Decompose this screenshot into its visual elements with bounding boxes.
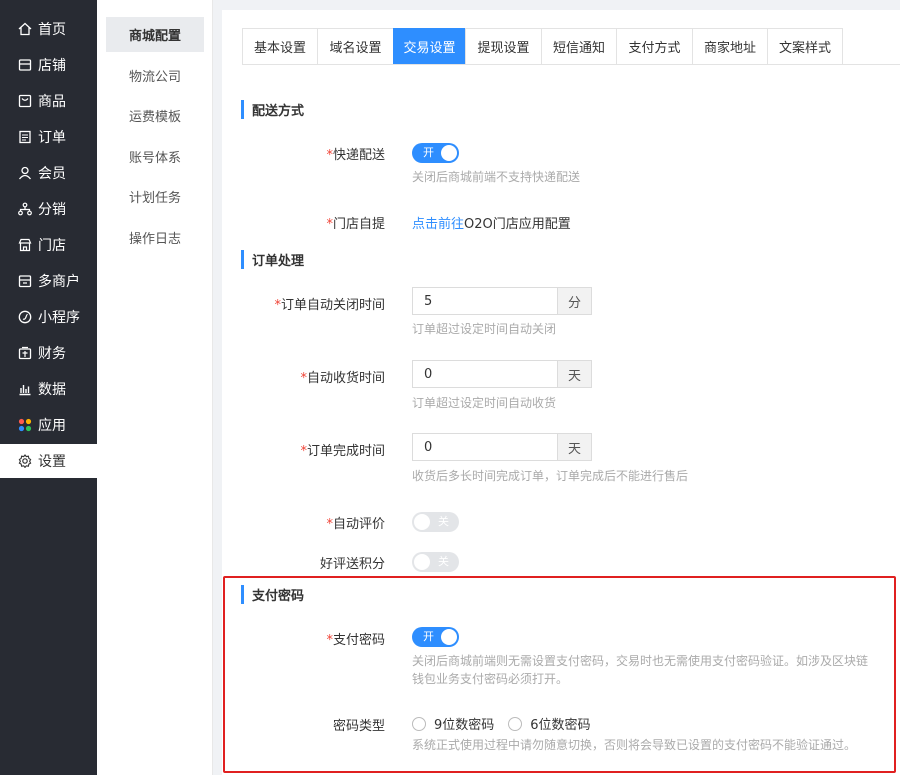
sidebar-item-goods[interactable]: 商品 <box>0 84 97 118</box>
review-points-switch[interactable]: 关 <box>412 552 459 572</box>
finance-icon <box>18 346 32 360</box>
subnav-operation-log[interactable]: 操作日志 <box>106 220 204 255</box>
payment-password-label: *支付密码 <box>326 633 385 648</box>
tab-domain[interactable]: 域名设置 <box>317 28 393 65</box>
tab-sms[interactable]: 短信通知 <box>541 28 616 65</box>
sidebar-item-order[interactable]: 订单 <box>0 120 97 154</box>
password-type-help: 系统正式使用过程中请勿随意切换，否则将会导致已设置的支付密码不能验证通过。 <box>412 738 857 752</box>
radio-6-digit[interactable]: 6位数密码 <box>508 714 591 733</box>
sidebar-item-label: 应用 <box>38 418 66 434</box>
password-type-options: 9位数密码 6位数密码 <box>412 714 605 733</box>
sidebar-item-label: 数据 <box>38 382 66 398</box>
tab-trade[interactable]: 交易设置 <box>393 28 465 65</box>
subnav-freight-template[interactable]: 运费模板 <box>106 98 204 133</box>
sidebar-item-label: 门店 <box>38 238 66 254</box>
close-time-input[interactable] <box>412 287 557 315</box>
store-icon <box>18 58 32 72</box>
close-time-help: 订单超过设定时间自动关闭 <box>412 322 557 336</box>
sidebar-item-finance[interactable]: 财务 <box>0 336 97 370</box>
payment-password-help: 关闭后商城前端则无需设置支付密码，交易时也无需使用支付密码验证。如涉及区块链 钱… <box>412 654 869 686</box>
sidebar-item-label: 首页 <box>38 22 66 38</box>
sidebar-item-apps[interactable]: 应用 <box>0 408 97 442</box>
sidebar-item-label: 财务 <box>38 346 66 362</box>
express-label: *快递配送 <box>326 148 385 163</box>
sub-sidebar: 商城配置 物流公司 运费模板 账号体系 计划任务 操作日志 <box>97 0 213 775</box>
sidebar-item-label: 店铺 <box>38 58 66 74</box>
order-icon <box>18 130 32 144</box>
main-panel: 基本设置 域名设置 交易设置 提现设置 短信通知 支付方式 商家地址 文案样式 … <box>222 10 900 775</box>
receive-time-input[interactable] <box>412 360 557 388</box>
pickup-config: 点击前往O2O门店应用配置 <box>412 217 571 232</box>
multi-merchant-icon <box>18 274 32 288</box>
sidebar-item-shop[interactable]: 门店 <box>0 228 97 262</box>
sidebar-item-settings[interactable]: 设置 <box>0 444 97 478</box>
complete-time-label: *订单完成时间 <box>300 444 385 459</box>
tab-payment[interactable]: 支付方式 <box>616 28 692 65</box>
auto-review-label: *自动评价 <box>326 517 385 532</box>
sidebar-item-home[interactable]: 首页 <box>0 12 97 46</box>
complete-time-help: 收货后多长时间完成订单，订单完成后不能进行售后 <box>412 469 689 483</box>
sidebar-item-data[interactable]: 数据 <box>0 372 97 406</box>
sidebar-item-label: 多商户 <box>38 274 80 290</box>
sidebar-item-label: 订单 <box>38 130 66 146</box>
receive-time-help: 订单超过设定时间自动收货 <box>412 396 557 410</box>
tab-merchant-address[interactable]: 商家地址 <box>692 28 767 65</box>
mini-program-icon <box>18 310 32 324</box>
section-title-payment-password: 支付密码 <box>241 585 304 604</box>
sidebar-item-distribution[interactable]: 分销 <box>0 192 97 226</box>
main-sidebar: 首页 店铺 商品 订单 会员 分销 门店 多商户 小程序 财务 数据 应用 设置 <box>0 0 97 775</box>
close-time-unit: 分 <box>557 287 592 315</box>
sidebar-item-label: 设置 <box>38 454 66 470</box>
settings-tabs: 基本设置 域名设置 交易设置 提现设置 短信通知 支付方式 商家地址 文案样式 <box>242 28 843 65</box>
home-icon <box>18 22 32 36</box>
sidebar-item-label: 分销 <box>38 202 66 218</box>
radio-9-digit[interactable]: 9位数密码 <box>412 714 494 733</box>
pickup-config-link[interactable]: 点击前往 <box>412 217 464 232</box>
member-icon <box>18 166 32 180</box>
sidebar-item-label: 小程序 <box>38 310 80 326</box>
receive-time-input-group: 天 <box>412 360 592 388</box>
receive-time-label: *自动收货时间 <box>300 371 385 386</box>
receive-time-unit: 天 <box>557 360 592 388</box>
goods-icon <box>18 94 32 108</box>
complete-time-input[interactable] <box>412 433 557 461</box>
sidebar-item-store[interactable]: 店铺 <box>0 48 97 82</box>
sidebar-item-label: 商品 <box>38 94 66 110</box>
auto-review-switch[interactable]: 关 <box>412 512 459 532</box>
complete-time-input-group: 天 <box>412 433 592 461</box>
close-time-label: *订单自动关闭时间 <box>274 298 385 313</box>
subnav-scheduled-tasks[interactable]: 计划任务 <box>106 179 204 214</box>
password-type-label: 密码类型 <box>332 719 385 734</box>
express-switch[interactable]: 开 <box>412 143 459 163</box>
apps-icon <box>18 418 32 432</box>
sidebar-item-multi-merchant[interactable]: 多商户 <box>0 264 97 298</box>
tab-withdraw[interactable]: 提现设置 <box>465 28 541 65</box>
tabs-divider <box>242 64 900 65</box>
subnav-mall-config[interactable]: 商城配置 <box>106 17 204 52</box>
sidebar-item-member[interactable]: 会员 <box>0 156 97 190</box>
express-help: 关闭后商城前端不支持快递配送 <box>412 170 581 184</box>
section-title-order: 订单处理 <box>241 250 304 269</box>
subnav-account-system[interactable]: 账号体系 <box>106 139 204 174</box>
distribution-icon <box>18 202 32 216</box>
data-icon <box>18 382 32 396</box>
pickup-label: *门店自提 <box>326 217 385 232</box>
close-time-input-group: 分 <box>412 287 592 315</box>
complete-time-unit: 天 <box>557 433 592 461</box>
sidebar-item-mini-program[interactable]: 小程序 <box>0 300 97 334</box>
shop-icon <box>18 238 32 252</box>
tab-basic[interactable]: 基本设置 <box>242 28 317 65</box>
tab-copy-style[interactable]: 文案样式 <box>767 28 843 65</box>
gear-icon <box>18 454 32 468</box>
section-title-delivery: 配送方式 <box>241 100 304 119</box>
review-points-label: 好评送积分 <box>319 557 385 572</box>
subnav-logistics[interactable]: 物流公司 <box>106 58 204 93</box>
sidebar-item-label: 会员 <box>38 166 66 182</box>
payment-password-switch[interactable]: 开 <box>412 627 459 647</box>
